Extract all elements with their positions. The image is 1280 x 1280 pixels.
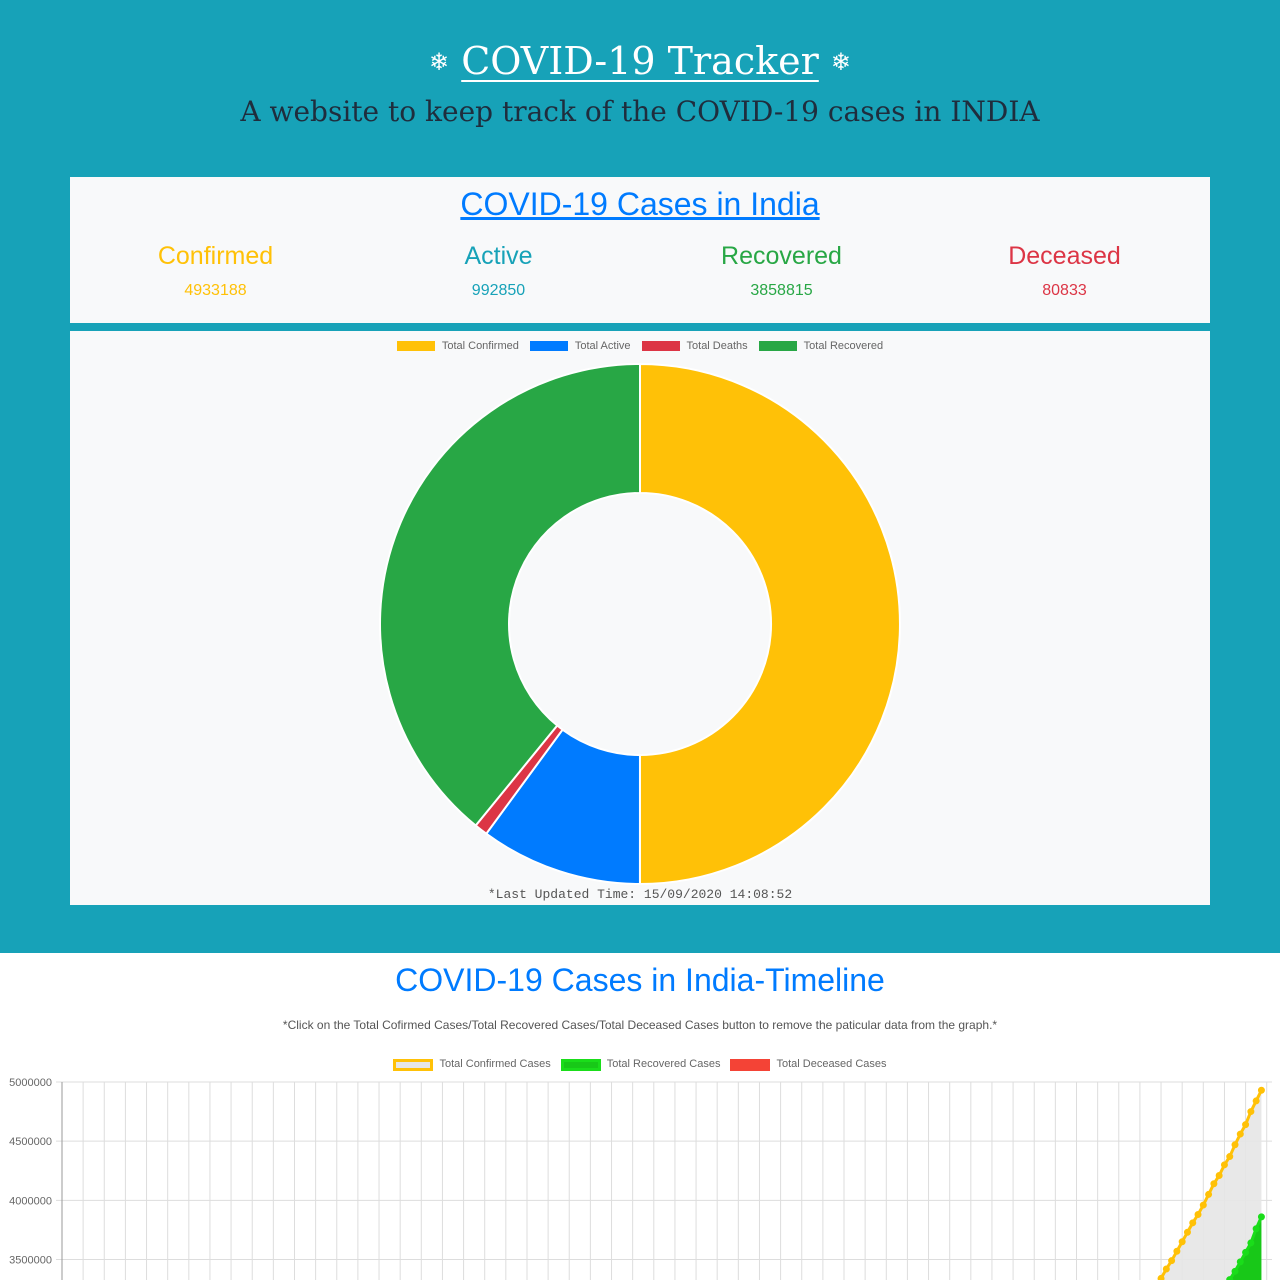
- series-point[interactable]: [1257, 1086, 1265, 1094]
- y-tick-label: 4500000: [9, 1136, 52, 1148]
- series-point[interactable]: [1226, 1276, 1234, 1280]
- series-point[interactable]: [1220, 1161, 1228, 1169]
- series-point[interactable]: [1173, 1247, 1181, 1255]
- series-point[interactable]: [1252, 1225, 1260, 1233]
- series-point[interactable]: [1252, 1097, 1260, 1105]
- series-point[interactable]: [1183, 1228, 1191, 1236]
- y-tick-label: 4000000: [9, 1195, 52, 1207]
- series-point[interactable]: [1205, 1190, 1213, 1198]
- series-point[interactable]: [1162, 1265, 1170, 1273]
- series-point[interactable]: [1194, 1211, 1202, 1219]
- series-point[interactable]: [1247, 1239, 1255, 1247]
- series-point[interactable]: [1168, 1257, 1176, 1265]
- series-point[interactable]: [1242, 1121, 1250, 1129]
- series-point[interactable]: [1157, 1274, 1165, 1280]
- series-point[interactable]: [1231, 1141, 1239, 1149]
- timeline-chart: 5000000 4500000 4000000 3500000: [9, 1077, 1272, 1280]
- series-point[interactable]: [1189, 1219, 1197, 1227]
- series-point[interactable]: [1210, 1180, 1218, 1188]
- series-point[interactable]: [1236, 1258, 1244, 1266]
- y-tick-label: 5000000: [9, 1077, 52, 1089]
- series-point[interactable]: [1247, 1108, 1255, 1116]
- series-point[interactable]: [1257, 1213, 1265, 1221]
- series-point[interactable]: [1242, 1248, 1250, 1256]
- series-point[interactable]: [1226, 1153, 1234, 1161]
- series-point[interactable]: [1178, 1238, 1186, 1246]
- series-point[interactable]: [1231, 1267, 1239, 1275]
- series-point[interactable]: [1199, 1201, 1207, 1209]
- chart-grid: [56, 1081, 1272, 1280]
- series-point[interactable]: [1236, 1130, 1244, 1138]
- y-tick-label: 3500000: [9, 1255, 52, 1267]
- series-point[interactable]: [1215, 1171, 1223, 1179]
